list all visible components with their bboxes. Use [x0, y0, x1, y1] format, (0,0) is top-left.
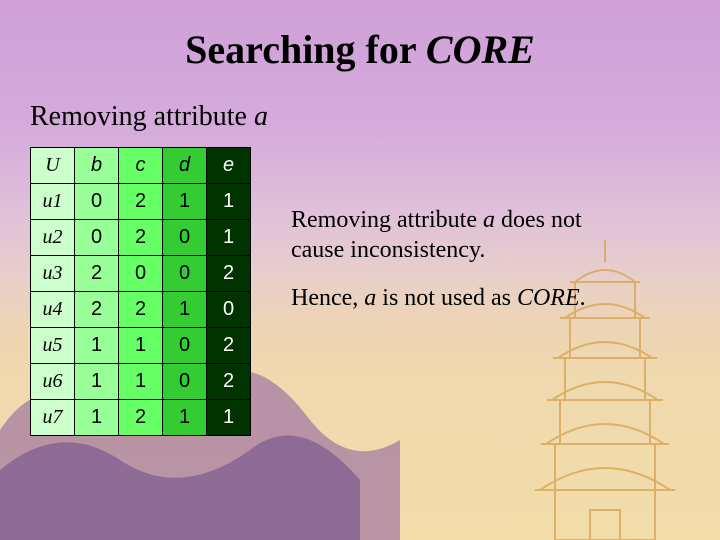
- attribute-table: U b c d e u1 0 2 1 1 u2 0 2 0 1 u3: [30, 147, 251, 436]
- cell: 0: [163, 364, 207, 400]
- cell: 2: [75, 256, 119, 292]
- cell: 0: [163, 220, 207, 256]
- row-label: u6: [31, 364, 75, 400]
- table-row: u3 2 0 0 2: [31, 256, 251, 292]
- cell: 0: [163, 328, 207, 364]
- row-label: u2: [31, 220, 75, 256]
- cell: 1: [207, 220, 251, 256]
- subtitle-prefix: Removing attribute: [30, 101, 254, 132]
- note-2: Hence, a is not used as CORE.: [291, 283, 591, 313]
- notes: Removing attribute a does not cause inco…: [291, 205, 591, 331]
- col-header-U: U: [31, 148, 75, 184]
- col-header-e: e: [207, 148, 251, 184]
- col-header-d: d: [163, 148, 207, 184]
- title-core: CORE: [426, 27, 535, 72]
- col-header-c: c: [119, 148, 163, 184]
- cell: 2: [119, 184, 163, 220]
- table-row: u7 1 2 1 1: [31, 400, 251, 436]
- row-label: u4: [31, 292, 75, 328]
- col-header-b: b: [75, 148, 119, 184]
- cell: 1: [119, 364, 163, 400]
- cell: 2: [207, 364, 251, 400]
- cell: 0: [75, 184, 119, 220]
- cell: 2: [75, 292, 119, 328]
- row-label: u1: [31, 184, 75, 220]
- table-header-row: U b c d e: [31, 148, 251, 184]
- page-title: Searching for CORE: [30, 26, 690, 73]
- cell: 1: [75, 364, 119, 400]
- cell: 0: [75, 220, 119, 256]
- table-row: u2 0 2 0 1: [31, 220, 251, 256]
- cell: 1: [163, 292, 207, 328]
- cell: 2: [119, 400, 163, 436]
- cell: 2: [119, 292, 163, 328]
- cell: 1: [207, 400, 251, 436]
- cell: 0: [119, 256, 163, 292]
- table-row: u4 2 2 1 0: [31, 292, 251, 328]
- table-row: u1 0 2 1 1: [31, 184, 251, 220]
- row-label: u3: [31, 256, 75, 292]
- cell: 1: [75, 328, 119, 364]
- cell: 2: [207, 328, 251, 364]
- cell: 1: [119, 328, 163, 364]
- subtitle-attr: a: [254, 101, 268, 132]
- cell: 1: [75, 400, 119, 436]
- cell: 2: [119, 220, 163, 256]
- subtitle: Removing attribute a: [30, 101, 690, 133]
- cell: 0: [163, 256, 207, 292]
- row-label: u5: [31, 328, 75, 364]
- row-label: u7: [31, 400, 75, 436]
- title-prefix: Searching for: [185, 27, 426, 72]
- cell: 1: [163, 184, 207, 220]
- cell: 2: [207, 256, 251, 292]
- table-row: u6 1 1 0 2: [31, 364, 251, 400]
- note-1: Removing attribute a does not cause inco…: [291, 205, 591, 265]
- cell: 1: [207, 184, 251, 220]
- table-row: u5 1 1 0 2: [31, 328, 251, 364]
- cell: 0: [207, 292, 251, 328]
- cell: 1: [163, 400, 207, 436]
